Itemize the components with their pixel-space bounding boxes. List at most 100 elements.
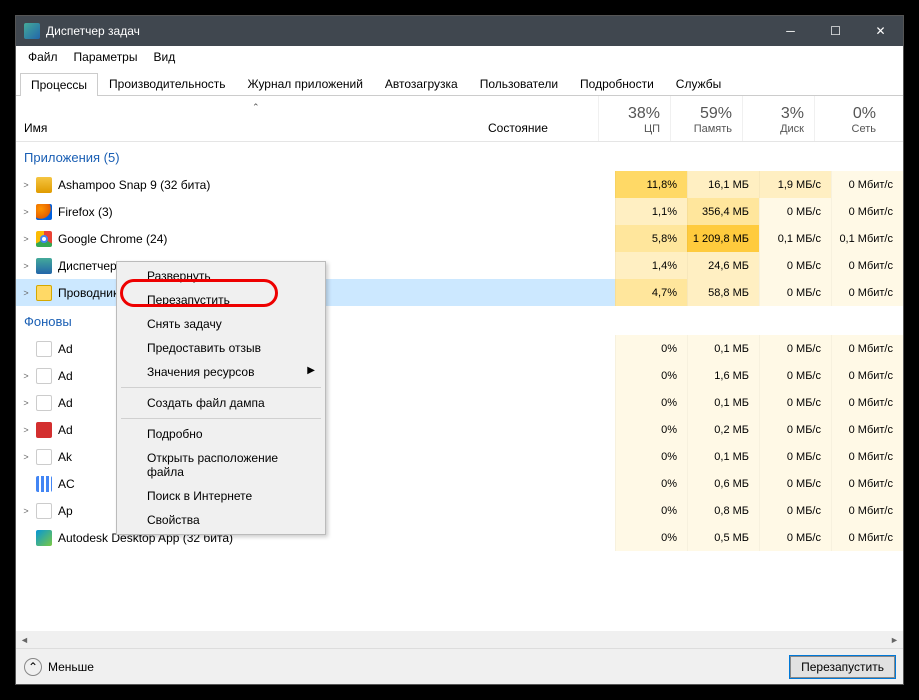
metric-cell: 0 Мбит/с — [831, 252, 903, 279]
restart-button[interactable]: Перезапустить — [790, 656, 895, 678]
menu-item[interactable]: Развернуть — [119, 264, 323, 288]
process-icon — [36, 285, 52, 301]
process-icon — [36, 422, 52, 438]
metric-cell: 58,8 МБ — [687, 279, 759, 306]
metric-cell: 4,7% — [615, 279, 687, 306]
close-button[interactable]: ✕ — [858, 16, 903, 46]
metric-cell: 0% — [615, 416, 687, 443]
metric-cell: 5,8% — [615, 225, 687, 252]
menu-item[interactable]: Подробно — [119, 422, 323, 446]
process-row[interactable]: >Ashampoo Snap 9 (32 бита)11,8%16,1 МБ1,… — [16, 171, 903, 198]
expand-icon[interactable]: > — [16, 425, 36, 435]
expand-icon[interactable]: > — [16, 180, 36, 190]
process-icon — [36, 449, 52, 465]
metric-cell: 0 МБ/с — [759, 443, 831, 470]
metric-cell: 0,8 МБ — [687, 497, 759, 524]
metric-cell: 0% — [615, 443, 687, 470]
process-icon — [36, 395, 52, 411]
menu-item[interactable]: Создать файл дампа — [119, 391, 323, 415]
metric-cell: 0 МБ/с — [759, 362, 831, 389]
metric-cell: 1,1% — [615, 198, 687, 225]
tab-services[interactable]: Службы — [665, 72, 732, 95]
process-name: Ashampoo Snap 9 (32 бита) — [58, 178, 505, 192]
process-name: Firefox (3) — [58, 205, 505, 219]
scroll-track[interactable] — [33, 631, 886, 648]
metric-cell: 0 Мбит/с — [831, 279, 903, 306]
process-icon — [36, 476, 52, 492]
expand-icon[interactable]: > — [16, 371, 36, 381]
tab-details[interactable]: Подробности — [569, 72, 665, 95]
metric-cell: 0 МБ/с — [759, 389, 831, 416]
metric-cell: 0 МБ/с — [759, 497, 831, 524]
maximize-button[interactable]: ☐ — [813, 16, 858, 46]
col-state[interactable]: Состояние — [488, 96, 598, 141]
menu-options[interactable]: Параметры — [66, 48, 146, 66]
metric-cell: 0,5 МБ — [687, 524, 759, 551]
process-icon — [36, 530, 52, 546]
expand-icon[interactable]: > — [16, 398, 36, 408]
metric-cell: 0 Мбит/с — [831, 497, 903, 524]
net-pct: 0% — [815, 105, 876, 123]
process-icon — [36, 177, 52, 193]
expand-icon[interactable]: > — [16, 207, 36, 217]
metric-cell: 0 МБ/с — [759, 279, 831, 306]
context-menu: РазвернутьПерезапуститьСнять задачуПредо… — [116, 261, 326, 535]
minimize-button[interactable]: ─ — [768, 16, 813, 46]
mem-label: Память — [671, 123, 732, 135]
menu-file[interactable]: Файл — [20, 48, 66, 66]
metric-cell: 0,6 МБ — [687, 470, 759, 497]
metric-cell: 1,4% — [615, 252, 687, 279]
content-area: ⌃ Имя Состояние 38% ЦП 59% Память 3% Дис… — [16, 96, 903, 648]
menu-item[interactable]: Поиск в Интернете — [119, 484, 323, 508]
col-network[interactable]: 0% Сеть — [814, 96, 886, 141]
tab-startup[interactable]: Автозагрузка — [374, 72, 469, 95]
col-disk[interactable]: 3% Диск — [742, 96, 814, 141]
menu-item[interactable]: Свойства — [119, 508, 323, 532]
process-icon — [36, 368, 52, 384]
footer: ⌃ Меньше Перезапустить — [16, 648, 903, 684]
col-name[interactable]: ⌃ Имя — [16, 96, 488, 141]
expand-icon[interactable]: > — [16, 261, 36, 271]
expand-icon[interactable]: > — [16, 452, 36, 462]
tab-apphistory[interactable]: Журнал приложений — [237, 72, 374, 95]
metric-cell: 0,1 МБ — [687, 443, 759, 470]
menu-item[interactable]: Перезапустить — [119, 288, 323, 312]
metric-cell: 0 Мбит/с — [831, 389, 903, 416]
horizontal-scrollbar[interactable]: ◄ ► — [16, 631, 903, 648]
menu-item[interactable]: Снять задачу — [119, 312, 323, 336]
metric-cell: 0 Мбит/с — [831, 416, 903, 443]
expand-icon[interactable]: > — [16, 288, 36, 298]
menu-item[interactable]: Значения ресурсов▶ — [119, 360, 323, 384]
col-cpu[interactable]: 38% ЦП — [598, 96, 670, 141]
process-row[interactable]: >Google Chrome (24)5,8%1 209,8 МБ0,1 МБ/… — [16, 225, 903, 252]
fewer-details-label[interactable]: Меньше — [48, 660, 790, 674]
metric-cell: 0,1 МБ/с — [759, 225, 831, 252]
tab-processes[interactable]: Процессы — [20, 73, 98, 96]
menu-view[interactable]: Вид — [145, 48, 183, 66]
titlebar[interactable]: Диспетчер задач ─ ☐ ✕ — [16, 16, 903, 46]
metric-cell: 356,4 МБ — [687, 198, 759, 225]
app-icon — [24, 23, 40, 39]
scroll-left-icon[interactable]: ◄ — [16, 631, 33, 648]
tab-performance[interactable]: Производительность — [98, 72, 236, 95]
menu-item[interactable]: Предоставить отзыв — [119, 336, 323, 360]
column-headers: ⌃ Имя Состояние 38% ЦП 59% Память 3% Дис… — [16, 96, 903, 142]
col-memory[interactable]: 59% Память — [670, 96, 742, 141]
process-icon — [36, 503, 52, 519]
expand-icon[interactable]: > — [16, 234, 36, 244]
metric-cell: 1,9 МБ/с — [759, 171, 831, 198]
process-row[interactable]: >Firefox (3)1,1%356,4 МБ0 МБ/с0 Мбит/с — [16, 198, 903, 225]
metric-cell: 0 Мбит/с — [831, 171, 903, 198]
scroll-right-icon[interactable]: ► — [886, 631, 903, 648]
menubar: Файл Параметры Вид — [16, 46, 903, 68]
menu-item[interactable]: Открыть расположение файла — [119, 446, 323, 484]
process-icon — [36, 341, 52, 357]
metric-cell: 0 Мбит/с — [831, 362, 903, 389]
fewer-details-icon[interactable]: ⌃ — [24, 658, 42, 676]
tab-users[interactable]: Пользователи — [469, 72, 569, 95]
tabs: Процессы Производительность Журнал прило… — [16, 68, 903, 96]
cpu-label: ЦП — [599, 123, 660, 135]
metric-cell: 0% — [615, 497, 687, 524]
metric-cell: 16,1 МБ — [687, 171, 759, 198]
expand-icon[interactable]: > — [16, 506, 36, 516]
